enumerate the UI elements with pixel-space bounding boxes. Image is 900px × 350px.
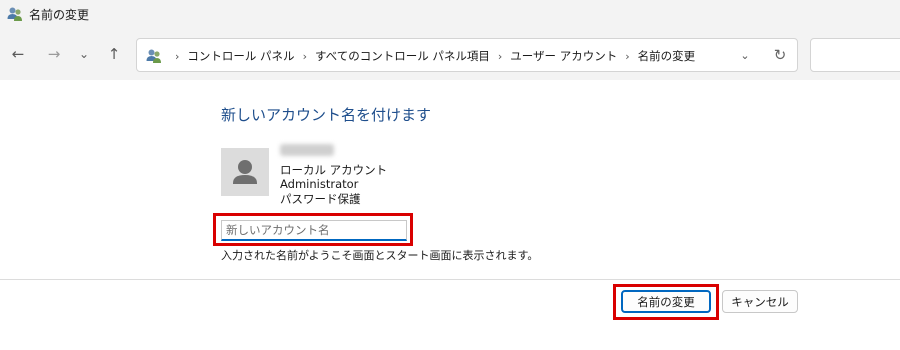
page-title: 新しいアカウント名を付けます	[221, 106, 432, 124]
window-title: 名前の変更	[29, 8, 90, 22]
address-history-button[interactable]: ⌄	[737, 47, 753, 63]
title-bar: 名前の変更	[0, 0, 900, 28]
address-bar[interactable]: › コントロール パネル › すべてのコントロール パネル項目 › ユーザー ア…	[136, 38, 798, 72]
user-avatar-icon	[233, 160, 257, 184]
new-account-name-input[interactable]	[221, 220, 407, 241]
input-hint: 入力された名前がようこそ画面とスタート画面に表示されます。	[221, 249, 539, 262]
avatar	[221, 148, 269, 196]
search-box[interactable]	[810, 38, 900, 72]
arrow-right-icon: →	[47, 45, 61, 63]
up-button[interactable]: ↑	[104, 44, 124, 64]
account-password-status: パスワード保護	[280, 192, 361, 206]
footer-divider	[0, 279, 900, 280]
breadcrumb-all-items[interactable]: すべてのコントロール パネル項目	[315, 48, 490, 64]
chevron-right-icon[interactable]: ›	[498, 50, 502, 63]
user-accounts-icon	[7, 7, 22, 21]
main-content: 新しいアカウント名を付けます ローカル アカウント Administrator …	[0, 80, 900, 350]
chevron-right-icon[interactable]: ›	[175, 50, 179, 63]
chevron-right-icon[interactable]: ›	[303, 50, 307, 63]
navigation-bar: ← → ⌄ ↑ › コントロール パネル › すべてのコントロール パネル項目 …	[0, 28, 900, 80]
account-type: ローカル アカウント	[280, 163, 388, 177]
chevron-right-icon[interactable]: ›	[625, 50, 629, 63]
account-role: Administrator	[280, 177, 359, 191]
arrow-left-icon: ←	[11, 45, 25, 63]
arrow-up-icon: ↑	[107, 45, 121, 63]
chevron-down-icon: ⌄	[78, 47, 90, 61]
refresh-icon: ↻	[773, 46, 787, 64]
refresh-button[interactable]: ↻	[771, 46, 789, 64]
back-button[interactable]: ←	[8, 44, 28, 64]
cancel-button[interactable]: キャンセル	[722, 290, 798, 313]
chevron-down-icon: ⌄	[740, 48, 750, 62]
breadcrumb-user-accounts[interactable]: ユーザー アカウント	[510, 48, 617, 64]
breadcrumb-control-panel[interactable]: コントロール パネル	[187, 48, 294, 64]
breadcrumb: › コントロール パネル › すべてのコントロール パネル項目 › ユーザー ア…	[167, 48, 695, 64]
forward-button[interactable]: →	[44, 44, 64, 64]
account-name-redacted	[280, 144, 334, 156]
breadcrumb-rename[interactable]: 名前の変更	[638, 48, 696, 64]
user-accounts-icon	[146, 49, 161, 63]
recent-locations-button[interactable]: ⌄	[74, 44, 94, 64]
rename-button[interactable]: 名前の変更	[621, 290, 711, 313]
